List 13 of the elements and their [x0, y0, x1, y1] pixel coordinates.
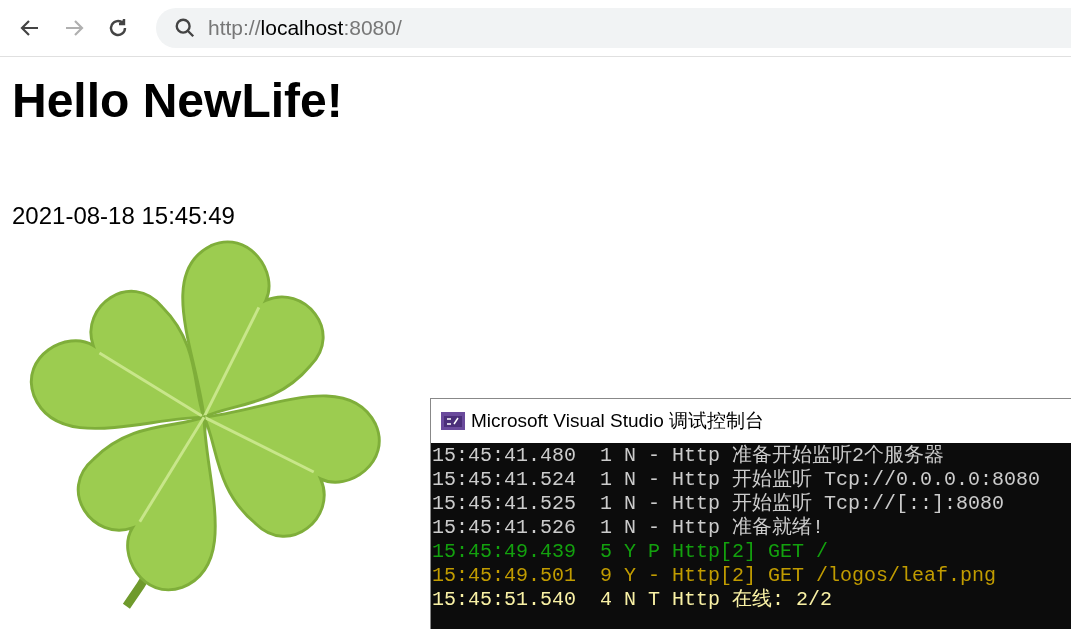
- search-icon: [174, 17, 196, 39]
- console-title: Microsoft Visual Studio 调试控制台: [471, 408, 765, 433]
- console-line: 15:45:49.439 5 Y P Http[2] GET /: [432, 540, 829, 564]
- timestamp: 2021-08-18 15:45:49: [12, 201, 235, 231]
- page-heading: Hello NewLife!: [12, 73, 343, 129]
- console-line: 15:45:41.525 1 N - Http 开始监听 Tcp://[::]:8080: [432, 492, 1005, 516]
- console-line: 15:45:41.480 1 N - Http 准备开始监听2个服务器: [432, 444, 945, 468]
- console-app-icon: [441, 412, 465, 430]
- console-line: 15:45:41.526 1 N - Http 准备就绪!: [432, 516, 825, 540]
- console-line: 15:45:41.524 1 N - Http 开始监听 Tcp://0.0.0.0:8080: [432, 468, 1041, 492]
- console-line: 15:45:51.540 4 N T Http 在线: 2/2: [432, 588, 833, 612]
- console-line: 15:45:49.501 9 Y - Http[2] GET /logos/leaf.png: [432, 564, 997, 588]
- address-field[interactable]: http://localhost:8080/: [156, 8, 1071, 48]
